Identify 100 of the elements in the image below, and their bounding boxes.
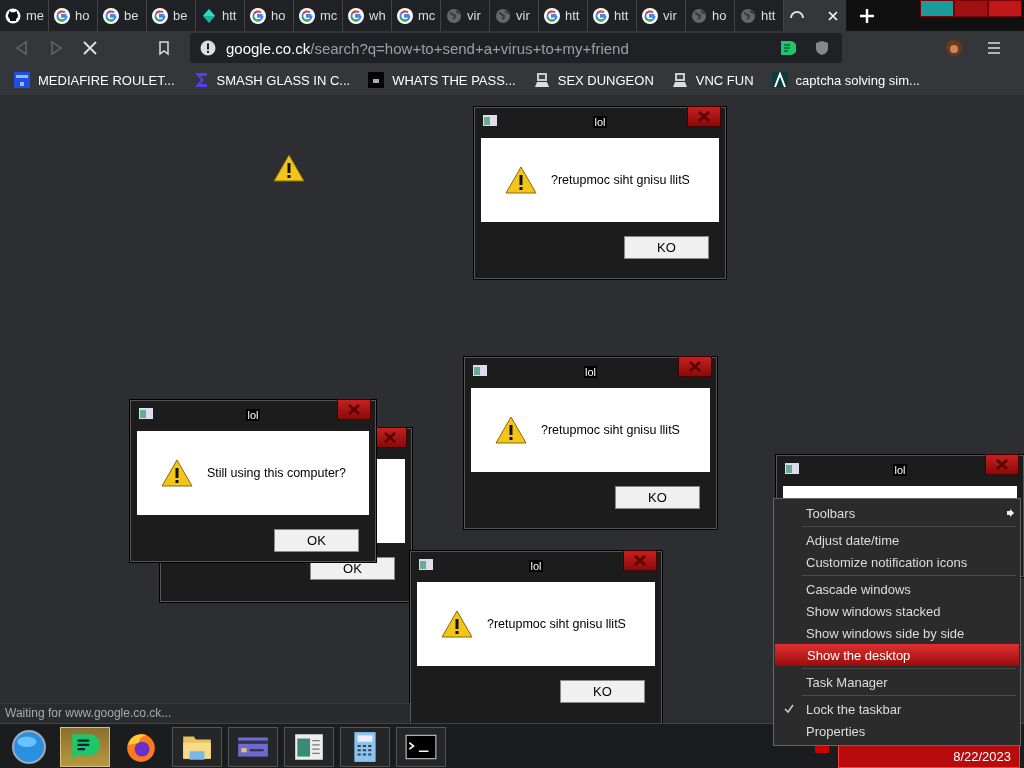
menu-item[interactable]: Show windows stacked — [774, 600, 1020, 622]
dialog-button[interactable]: KO — [624, 236, 709, 259]
dialog-message: ?retupmoc siht gnisu llitS — [551, 173, 690, 187]
browser-tab[interactable]: be — [98, 0, 147, 31]
warning-icon — [161, 459, 193, 487]
shield-icon[interactable] — [814, 40, 830, 56]
dialog-button[interactable]: OK — [274, 529, 359, 552]
globe-icon — [495, 7, 511, 24]
warning-icon — [273, 154, 305, 182]
browser-tab[interactable]: ho — [686, 0, 735, 31]
taskbar-button[interactable] — [60, 726, 110, 767]
sigma-icon — [192, 72, 209, 88]
computer-icon — [671, 72, 688, 88]
dialog-button[interactable]: KO — [615, 486, 700, 509]
warning-icon — [495, 416, 527, 444]
dialog-title: lol — [529, 560, 543, 572]
google-icon — [593, 7, 609, 24]
google-icon — [54, 7, 70, 24]
globe-icon — [691, 7, 707, 24]
browser-tab[interactable]: mc — [294, 0, 343, 31]
google-icon — [397, 7, 413, 24]
browser-tab[interactable]: vir — [490, 0, 539, 31]
menu-item[interactable]: Properties — [774, 720, 1020, 742]
menu-item[interactable]: Cascade windows — [774, 578, 1020, 600]
window-icon — [419, 559, 433, 570]
close-button[interactable] — [623, 550, 657, 571]
dialog-title: lol — [246, 409, 260, 421]
dialog-message: Still using this computer? — [207, 466, 346, 480]
bookmark-item[interactable]: SEX DUNGEON — [533, 72, 654, 88]
window-icon — [785, 463, 799, 474]
browser-tab[interactable]: ho — [49, 0, 98, 31]
browser-tab[interactable]: ho — [245, 0, 294, 31]
close-button[interactable] — [337, 399, 371, 420]
cat-logo-icon — [5, 7, 21, 24]
start-orb-icon — [12, 729, 46, 764]
info-icon — [200, 40, 216, 56]
avatar-icon[interactable] — [946, 40, 962, 56]
browser-tab[interactable]: me — [0, 0, 49, 31]
bookmark-item[interactable]: MEDIAFIRE ROULET... — [14, 72, 175, 88]
computer-icon — [533, 72, 550, 88]
google-icon — [250, 7, 266, 24]
close-button[interactable] — [678, 356, 712, 377]
menu-item[interactable]: Show the desktop — [775, 644, 1019, 666]
checkmark-icon — [784, 704, 794, 714]
globe-icon — [446, 7, 462, 24]
menu-icon[interactable] — [986, 40, 1002, 56]
menu-item[interactable]: Customize notification icons — [774, 551, 1020, 573]
menu-item[interactable]: Adjust date/time — [774, 529, 1020, 551]
dialog-title: lol — [584, 366, 597, 378]
dialog-button[interactable]: KO — [560, 680, 645, 703]
google-icon — [642, 7, 658, 24]
taskbar-button[interactable] — [340, 726, 390, 767]
bookmark-item[interactable]: VNC FUN — [671, 72, 754, 88]
address-bar[interactable]: google.co.ck/search?q=how+to+send+a+virus+to+my+friend — [190, 33, 842, 63]
menu-item[interactable]: Lock the taskbar — [774, 698, 1020, 720]
window-icon — [483, 115, 497, 126]
browser-tab[interactable]: mc — [392, 0, 441, 31]
url-text: google.co.ck/search?q=how+to+send+a+virus+to+my+friend — [226, 39, 629, 57]
browser-tab[interactable]: be — [147, 0, 196, 31]
taskbar-button[interactable] — [396, 726, 446, 767]
bookmark-icon[interactable] — [156, 40, 172, 56]
google-icon — [299, 7, 315, 24]
taskbar-button[interactable] — [284, 726, 334, 767]
google-icon — [348, 7, 364, 24]
close-button[interactable] — [985, 454, 1019, 475]
dialog-title: lol — [893, 464, 907, 476]
browser-tab[interactable]: htt — [735, 0, 784, 31]
warning-icon — [505, 166, 537, 194]
menu-item[interactable]: Task Manager — [774, 671, 1020, 693]
close-button[interactable] — [687, 106, 721, 127]
window-icon — [473, 365, 487, 376]
bookmark-item[interactable]: captcha solving sim... — [771, 72, 920, 88]
google-icon — [544, 7, 560, 24]
caret-logo-icon — [771, 72, 788, 88]
browser-tab[interactable]: vir — [637, 0, 686, 31]
browser-tab[interactable]: htt — [539, 0, 588, 31]
browser-tab[interactable]: vir — [441, 0, 490, 31]
minimize-button[interactable] — [920, 0, 954, 17]
window-icon — [139, 408, 153, 419]
submenu-arrow-icon — [1006, 509, 1014, 517]
diamond-icon — [201, 7, 217, 24]
dialog-title: lol — [593, 116, 607, 128]
menu-item[interactable]: Toolbars — [774, 502, 1020, 524]
dialog-message: ?retupmoc siht gnisu llitS — [487, 617, 626, 631]
printer-icon — [368, 72, 385, 88]
bookmark-item[interactable]: WHATS THE PASS... — [368, 72, 516, 88]
google-icon — [103, 7, 119, 24]
chat-bubble-icon[interactable] — [780, 40, 796, 56]
status-text: Waiting for www.google.co.ck... — [0, 703, 410, 722]
browser-tab[interactable]: wh — [343, 0, 392, 31]
close-icon[interactable] — [828, 10, 838, 21]
stop-icon[interactable] — [82, 40, 98, 56]
browser-tab[interactable] — [784, 0, 846, 31]
browser-tab[interactable]: htt — [588, 0, 637, 31]
date-text: 8/22/2023 — [953, 749, 1011, 764]
bookmark-item[interactable]: SMASH GLASS IN C... — [192, 72, 351, 88]
taskbar-button[interactable] — [172, 726, 222, 767]
menu-item[interactable]: Show windows side by side — [774, 622, 1020, 644]
browser-tab[interactable]: htt — [196, 0, 245, 31]
dialog-message: ?retupmoc siht gnisu llitS — [541, 423, 680, 437]
